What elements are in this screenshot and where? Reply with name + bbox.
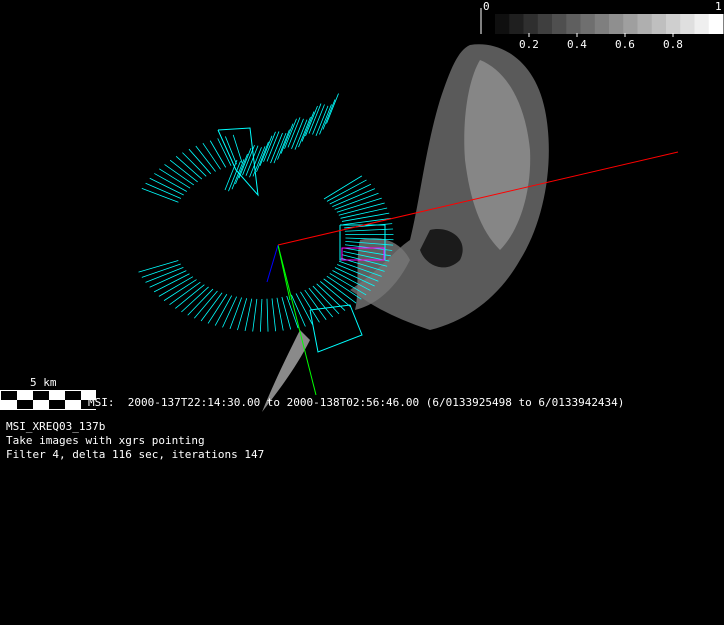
swath-footprint-line (266, 298, 269, 332)
colorbar-step (509, 14, 524, 34)
scene-3d (0, 8, 724, 412)
swath-footprint-line (284, 118, 297, 149)
swath-footprint-line (277, 129, 290, 160)
swath-footprint-line (222, 296, 238, 328)
swath-footprint-line (175, 284, 205, 309)
swath-footprint-line (281, 296, 292, 330)
request-id-text: MSI_XREQ03_137b (6, 420, 106, 433)
swath-footprint-line (138, 260, 179, 273)
swath-footprint-line (231, 159, 245, 190)
swath-footprint-line (229, 297, 243, 330)
green-axis-line-2 (277, 244, 291, 301)
colorbar (480, 8, 724, 37)
description-text: Take images with xgrs pointing (6, 434, 205, 447)
colorbar-step (552, 14, 567, 34)
scale-bar (0, 390, 97, 410)
colorbar-step (694, 14, 710, 34)
colorbar-tick-label: 0.4 (567, 38, 587, 51)
swath-footprint-line (163, 279, 197, 301)
colorbar-min-label: 0 (483, 0, 490, 13)
parameters-text: Filter 4, delta 116 sec, iterations 147 (6, 448, 265, 461)
swath-footprint-line (238, 148, 252, 179)
visualization-canvas: 0 1 0.2 0.4 0.6 0.8 5 km MSI: 2000-137T2… (0, 0, 724, 625)
colorbar-tick-label: 0.6 (615, 38, 635, 51)
scale-bar-segment (49, 400, 65, 409)
swath-footprint-line (341, 212, 390, 222)
swath-footprint-line (271, 298, 277, 332)
colorbar-step (537, 14, 553, 34)
swath-footprint-line (237, 298, 248, 331)
colorbar-step (523, 14, 539, 34)
scale-bar-label: 5 km (30, 376, 57, 389)
colorbar-step (680, 14, 695, 34)
colorbar-step (566, 14, 581, 34)
swath-footprint-line (276, 297, 284, 331)
swath-footprint-line (291, 294, 306, 327)
swath-footprint-line (326, 179, 367, 202)
swath-footprint-line (217, 138, 232, 166)
scale-bar-segment (33, 391, 49, 400)
swath-footprint-line (252, 298, 258, 332)
swath-footprint-line (209, 140, 227, 168)
swath-footprint-line (259, 135, 273, 166)
blue-axis-line (266, 244, 279, 283)
swath-footprint-line (323, 278, 357, 304)
swath-footprint-line (344, 228, 394, 232)
swath-footprint-line (273, 133, 287, 164)
swath-footprint-line (343, 217, 391, 226)
swath-footprint-line (319, 104, 332, 135)
colorbar-step (495, 14, 510, 34)
colorbar-tick-label: 0.8 (663, 38, 683, 51)
swath-footprint-line (320, 281, 351, 308)
swath-footprint-line (305, 105, 318, 137)
colorbar-step (623, 14, 638, 34)
time-range-text: MSI: 2000-137T22:14:30.00 to 2000-138T02… (88, 396, 625, 409)
colorbar-step (666, 14, 681, 34)
swath-footprint-line (202, 142, 221, 170)
scale-bar-segment (65, 391, 81, 400)
colorbar-step (609, 14, 624, 34)
scale-bar-segment (1, 391, 17, 400)
swath-footprint-line (298, 116, 311, 148)
imaging-swath-footprints (138, 93, 394, 353)
colorbar-step (708, 14, 724, 34)
swath-footprint-outline (309, 304, 363, 353)
swath-footprint-line (259, 298, 263, 332)
swath-footprint-line (326, 93, 339, 124)
swath-footprint-line (256, 141, 269, 172)
swath-footprint-line (332, 188, 376, 207)
colorbar-max-label: 1 (715, 0, 722, 13)
swath-footprint-line (169, 281, 201, 305)
colorbar-step (580, 14, 596, 34)
swath-footprint-line (263, 131, 276, 162)
asteroid-shape-model (262, 44, 549, 412)
colorbar-step (594, 14, 610, 34)
swath-footprint-line (312, 285, 340, 315)
colorbar-tick-label: 0.2 (519, 38, 539, 51)
colorbar-step (637, 14, 653, 34)
swath-footprint-line (244, 298, 253, 332)
swath-footprint-line (329, 183, 372, 205)
colorbar-step (651, 14, 667, 34)
scale-bar-segment (17, 400, 33, 409)
swath-footprint-line (323, 175, 363, 200)
